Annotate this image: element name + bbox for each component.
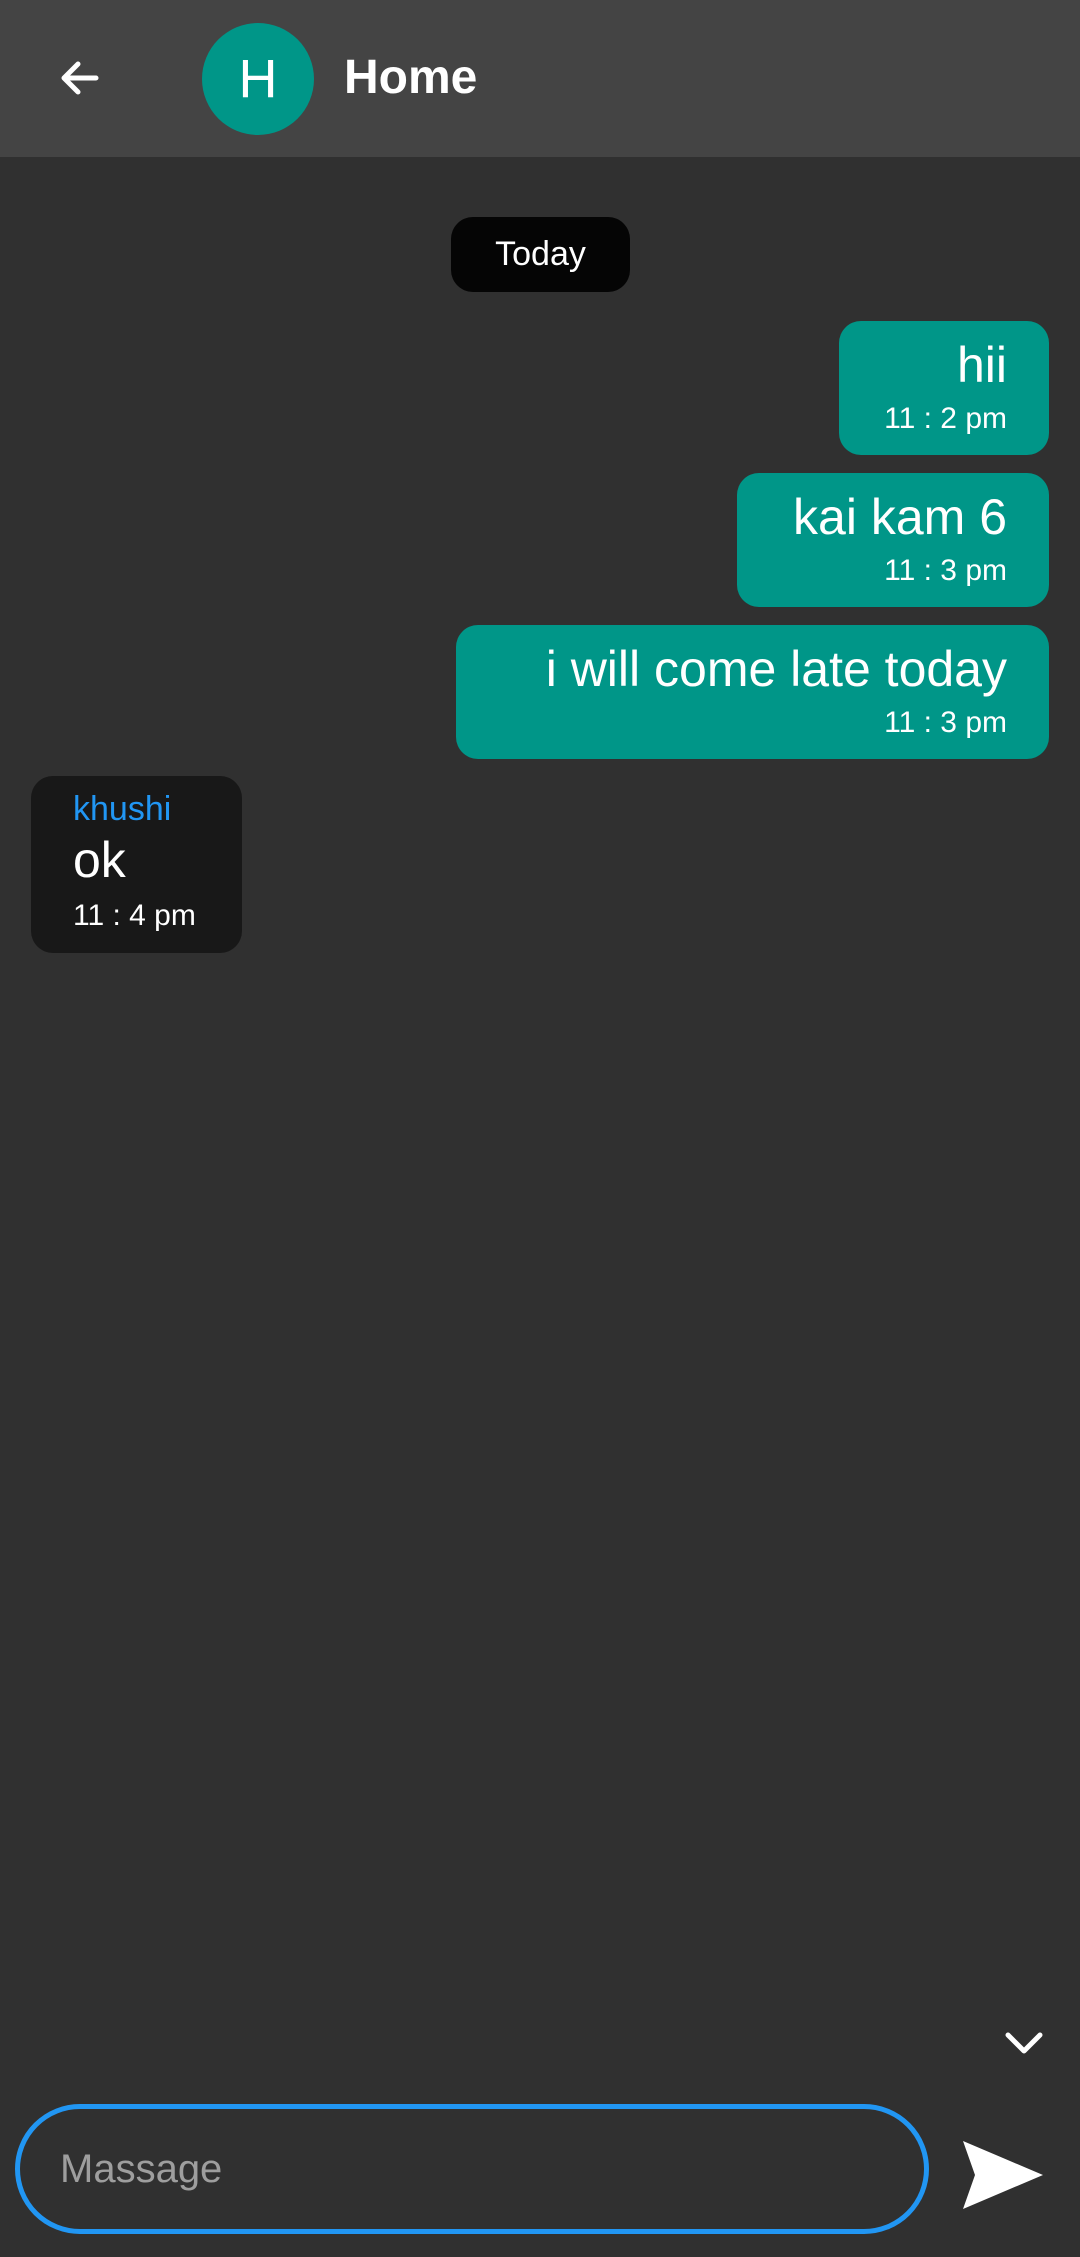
chat-screen: H Home Today hii 11 : 2 pm kai kam 6 11 … [0,0,1080,2257]
outgoing-message[interactable]: i will come late today 11 : 3 pm [456,625,1049,759]
app-bar: H Home [0,0,1080,157]
scroll-down-button[interactable] [994,2022,1054,2064]
chevron-down-icon [1005,2032,1043,2054]
outgoing-message[interactable]: kai kam 6 11 : 3 pm [737,473,1049,607]
back-button[interactable] [40,38,120,118]
send-button[interactable] [955,2130,1050,2220]
avatar-letter: H [238,49,278,109]
date-separator: Today [451,217,630,292]
message-time: 11 : 2 pm [884,402,1007,435]
message-input-container[interactable] [15,2104,929,2234]
message-text: ok [73,832,126,888]
message-time: 11 : 3 pm [884,554,1007,587]
message-text: kai kam 6 [793,489,1007,545]
incoming-message[interactable]: khushi ok 11 : 4 pm [31,776,242,953]
message-time: 11 : 4 pm [73,899,196,932]
chat-title: Home [344,51,478,104]
avatar[interactable]: H [202,23,314,135]
message-text: hii [956,337,1007,393]
message-text: i will come late today [545,641,1007,697]
arrow-left-icon [61,61,99,95]
send-icon [962,2141,1043,2209]
sender-name: khushi [73,790,172,828]
message-time: 11 : 3 pm [884,706,1007,739]
message-input[interactable] [58,2145,882,2193]
outgoing-message[interactable]: hii 11 : 2 pm [839,321,1049,455]
